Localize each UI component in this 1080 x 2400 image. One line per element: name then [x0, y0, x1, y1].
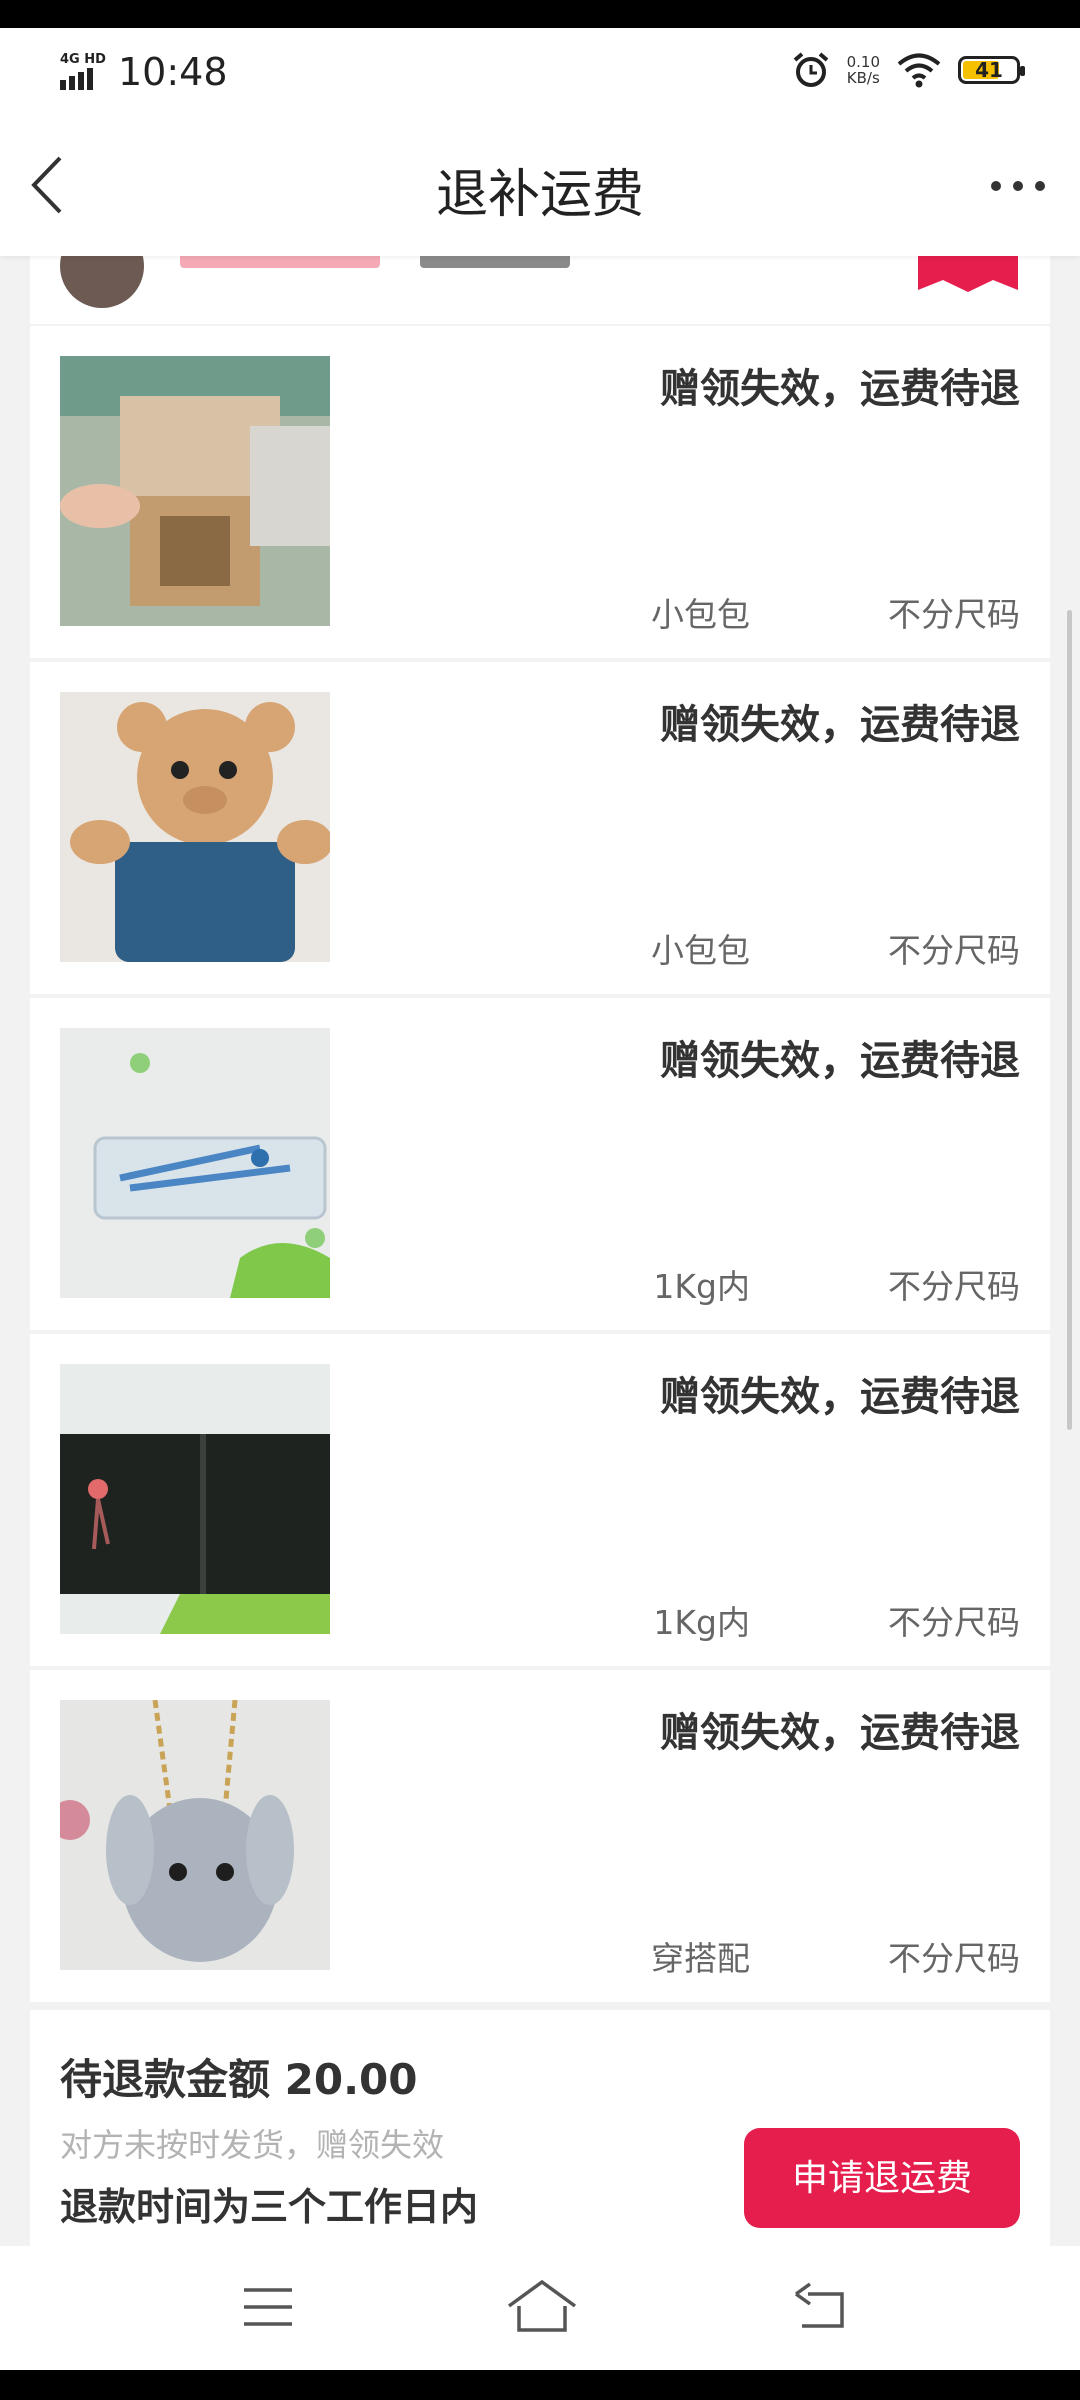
ribbon-badge-icon	[918, 256, 1018, 292]
status-bar: 4G HD 10:48 0.10 KB/s 41	[0, 28, 1080, 114]
alarm-icon	[793, 52, 828, 87]
home-icon[interactable]	[505, 2276, 579, 2336]
item-status: 赠领失效，运费待退	[660, 1374, 1020, 1420]
list-item[interactable]: 赠领失效，运费待退 1Kg内 不分尺码	[30, 998, 1050, 1330]
list-item[interactable]: 赠领失效，运费待退 穿搭配 不分尺码	[30, 1670, 1050, 2002]
shop-header-card	[30, 256, 1050, 324]
refund-summary: 待退款金额 20.00 对方未按时发货，赠领失效 退款时间为三个工作日内 申请退…	[30, 2010, 1050, 2246]
apply-refund-button[interactable]: 申请退运费	[744, 2128, 1020, 2228]
item-status: 赠领失效，运费待退	[660, 702, 1020, 748]
speed-unit: KB/s	[846, 69, 880, 87]
item-status: 赠领失效，运费待退	[660, 1038, 1020, 1084]
navigation-bar: 退补运费	[0, 114, 1080, 256]
item-category: 1Kg内	[653, 1603, 750, 1642]
product-image	[60, 356, 330, 626]
menu-icon[interactable]	[240, 2282, 296, 2332]
battery-icon: 41	[958, 56, 1025, 84]
network-speed: 0.10 KB/s	[847, 54, 880, 86]
back-return-icon[interactable]	[792, 2280, 848, 2334]
product-image	[60, 1700, 330, 1970]
avatar[interactable]	[60, 256, 144, 308]
scrollbar[interactable]	[1067, 610, 1072, 1430]
item-size: 不分尺码	[888, 1939, 1020, 1978]
top-black-band	[0, 0, 1080, 28]
battery-level: 41	[975, 58, 1003, 82]
shop-status-cropped	[420, 256, 570, 268]
status-time: 10:48	[118, 50, 228, 94]
item-size: 不分尺码	[888, 1603, 1020, 1642]
wifi-icon	[897, 53, 941, 88]
signal-icon: 4G HD	[60, 52, 108, 92]
item-category: 1Kg内	[653, 1267, 750, 1306]
item-category: 穿搭配	[651, 1939, 750, 1978]
item-size: 不分尺码	[888, 931, 1020, 970]
product-image	[60, 1364, 330, 1634]
refund-reason: 对方未按时发货，赠领失效	[60, 2126, 445, 2164]
system-navigation-bar	[0, 2246, 1080, 2370]
list-item[interactable]: 赠领失效，运费待退 小包包 不分尺码	[30, 662, 1050, 994]
bottom-black-band	[0, 2370, 1080, 2400]
item-size: 不分尺码	[888, 1267, 1020, 1306]
speed-value: 0.10	[846, 53, 880, 71]
item-category: 小包包	[651, 931, 750, 970]
network-type: 4G HD	[60, 52, 106, 67]
page-title: 退补运费	[435, 165, 644, 225]
item-size: 不分尺码	[888, 595, 1020, 634]
more-dots-icon[interactable]	[986, 166, 1050, 206]
product-image	[60, 692, 330, 962]
item-status: 赠领失效，运费待退	[660, 366, 1020, 412]
shop-name-cropped	[180, 256, 380, 268]
refund-amount: 待退款金额 20.00	[60, 2055, 418, 2104]
product-image	[60, 1028, 330, 1298]
refund-time-note: 退款时间为三个工作日内	[60, 2185, 479, 2229]
item-status: 赠领失效，运费待退	[660, 1710, 1020, 1756]
item-category: 小包包	[651, 595, 750, 634]
list-item[interactable]: 赠领失效，运费待退 小包包 不分尺码	[30, 326, 1050, 658]
list-item[interactable]: 赠领失效，运费待退 1Kg内 不分尺码	[30, 1334, 1050, 1666]
